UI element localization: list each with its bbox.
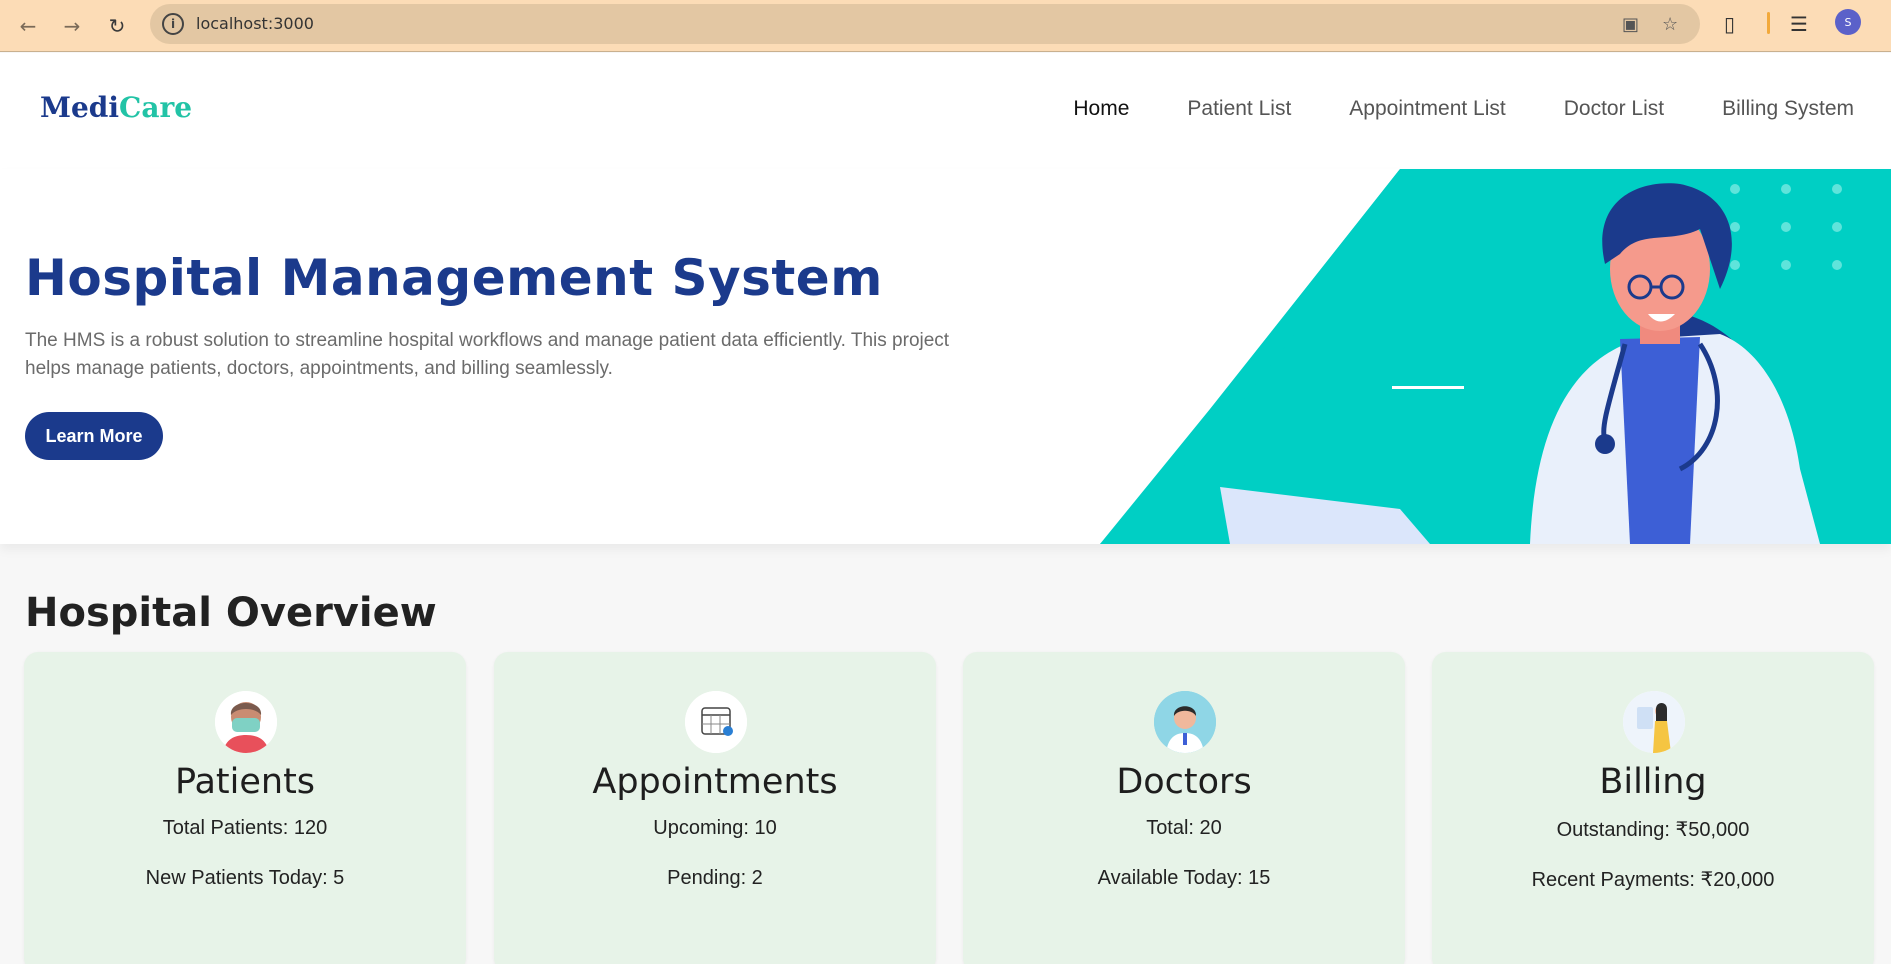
- nav-appointment-list[interactable]: Appointment List: [1349, 97, 1505, 121]
- overview-cards: Patients Total Patients: 120 New Patient…: [24, 652, 1876, 964]
- nav-home[interactable]: Home: [1073, 97, 1129, 121]
- site-header: MediCare Home Patient List Appointment L…: [0, 53, 1891, 169]
- doctors-card[interactable]: Doctors Total: 20 Available Today: 15: [963, 652, 1405, 964]
- site-info-icon[interactable]: i: [162, 13, 184, 35]
- appointments-card[interactable]: Appointments Upcoming: 10 Pending: 2: [494, 652, 936, 964]
- patients-new-today: New Patients Today: 5: [145, 867, 345, 889]
- patients-total: Total Patients: 120: [162, 817, 328, 839]
- toolbar-divider: [1767, 12, 1770, 34]
- hero-section: Hospital Management System The HMS is a …: [0, 169, 1891, 544]
- nav-doctor-list[interactable]: Doctor List: [1564, 97, 1664, 121]
- billing-card[interactable]: Billing Outstanding: ₹50,000 Recent Paym…: [1432, 652, 1874, 964]
- brand-logo[interactable]: MediCare: [40, 91, 192, 124]
- address-bar[interactable]: i localhost:3000 ▣ ☆: [150, 4, 1700, 44]
- nav-patient-list[interactable]: Patient List: [1187, 97, 1291, 121]
- address-url[interactable]: localhost:3000: [196, 14, 314, 33]
- billing-card-title: Billing: [1599, 762, 1707, 802]
- brand-logo-part1: Medi: [40, 91, 120, 124]
- nav-billing-system[interactable]: Billing System: [1722, 97, 1854, 121]
- appointments-card-title: Appointments: [592, 762, 838, 802]
- hero-title: Hospital Management System: [25, 249, 883, 307]
- decor-line: [1392, 386, 1464, 389]
- extensions-puzzle-icon[interactable]: ▯: [1724, 12, 1735, 36]
- doctors-available-today: Available Today: 15: [1097, 867, 1271, 889]
- bookmark-star-icon[interactable]: ☆: [1662, 14, 1678, 35]
- doctor-icon: [1154, 691, 1216, 753]
- main-navigation: Home Patient List Appointment List Docto…: [1073, 97, 1854, 121]
- doctors-card-title: Doctors: [1116, 762, 1252, 802]
- reload-icon[interactable]: ↻: [103, 12, 131, 40]
- billing-person-icon: [1623, 691, 1685, 753]
- back-arrow-icon[interactable]: ←: [14, 12, 42, 40]
- overview-title: Hospital Overview: [25, 590, 437, 636]
- profile-avatar[interactable]: S: [1835, 9, 1861, 35]
- calendar-icon: [685, 691, 747, 753]
- masked-patient-icon: [215, 691, 277, 753]
- install-app-icon[interactable]: ▣: [1622, 14, 1639, 35]
- patients-card-title: Patients: [174, 762, 316, 802]
- hero-description: The HMS is a robust solution to streamli…: [25, 330, 950, 379]
- doctor-illustration: [1100, 169, 1891, 544]
- billing-recent-payments: Recent Payments: ₹20,000: [1531, 869, 1775, 891]
- learn-more-button[interactable]: Learn More: [25, 412, 163, 460]
- brand-logo-part2: Care: [119, 91, 193, 124]
- doctors-total: Total: 20: [1146, 817, 1222, 839]
- appointments-upcoming: Upcoming: 10: [653, 817, 777, 839]
- browser-toolbar: ← → ↻ i localhost:3000 ▣ ☆ ▯ ☰ S: [0, 0, 1891, 52]
- billing-outstanding: Outstanding: ₹50,000: [1556, 819, 1750, 841]
- patients-card[interactable]: Patients Total Patients: 120 New Patient…: [24, 652, 466, 964]
- forward-arrow-icon[interactable]: →: [58, 12, 86, 40]
- appointments-pending: Pending: 2: [667, 867, 763, 889]
- media-control-icon[interactable]: ☰: [1790, 12, 1808, 36]
